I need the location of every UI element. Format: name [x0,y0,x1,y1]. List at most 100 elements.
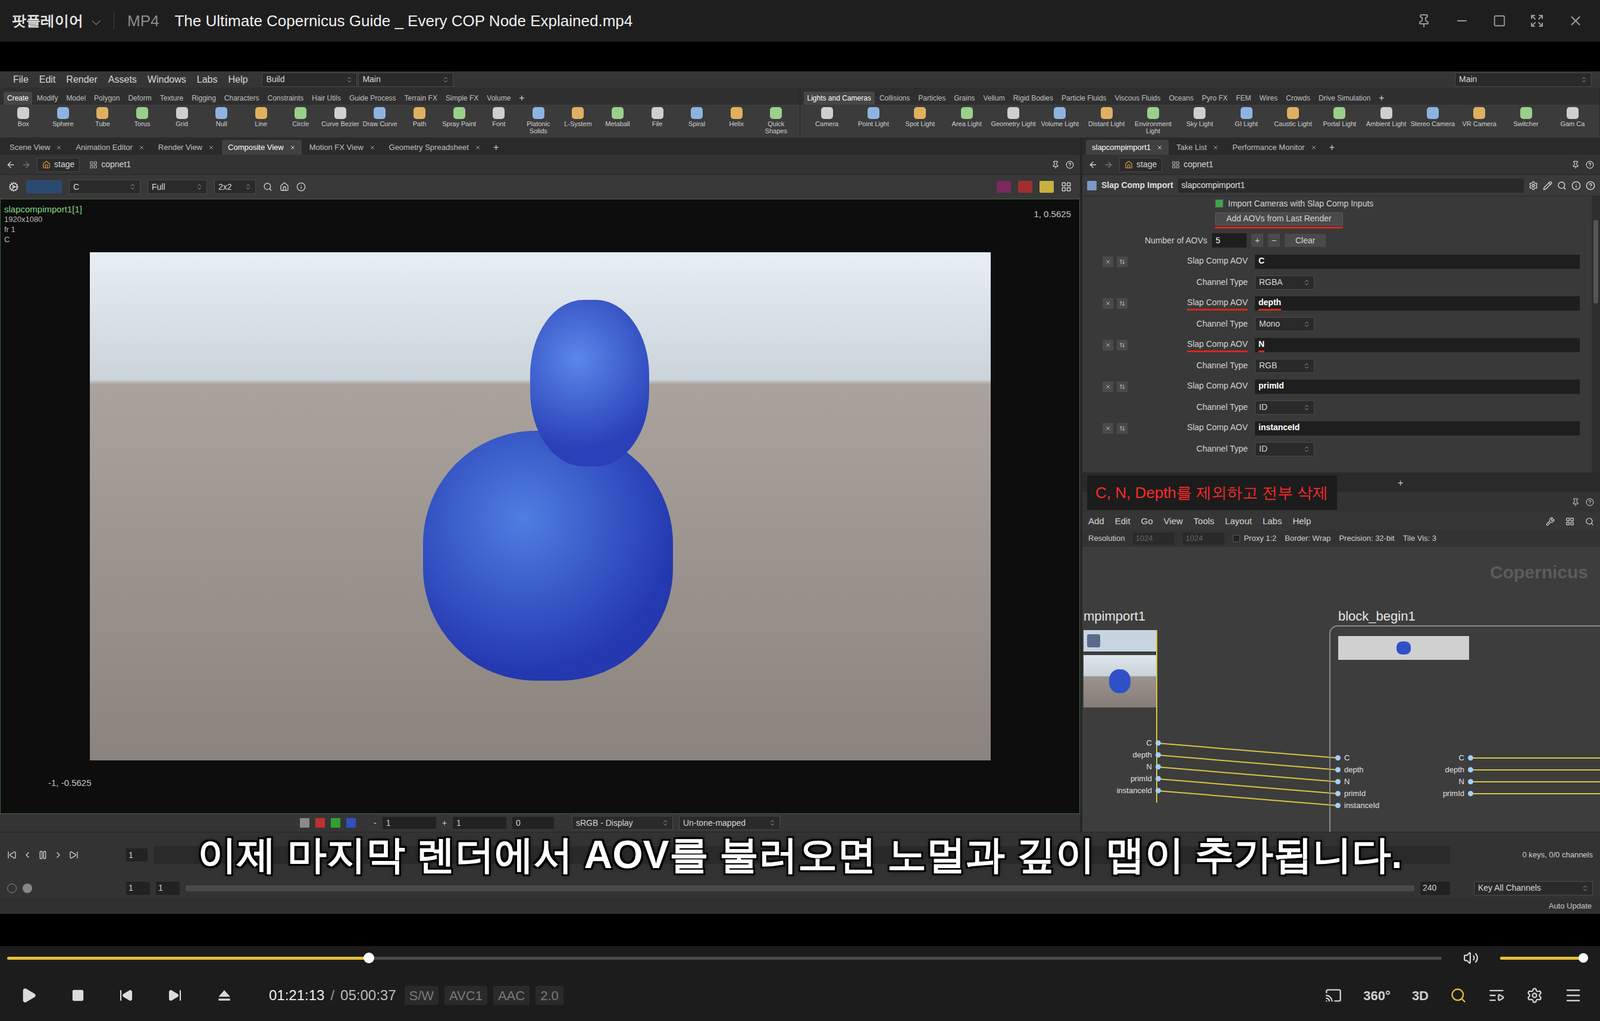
shelf-tool[interactable]: Grid [161,107,202,128]
shelf-tool[interactable]: Tube [82,107,123,128]
move-aov-button[interactable] [1116,381,1128,393]
shelf-tab[interactable]: Viscous Fluids [1110,91,1164,105]
stream-badge[interactable]: S/W [404,985,440,1005]
shelf-tab[interactable]: Simple FX [442,91,482,105]
network-menu-item[interactable]: Labs [1262,514,1283,529]
shelf-tab[interactable]: Collisions [875,91,914,105]
right-desktop-select[interactable]: Main [1454,72,1592,87]
add-pane-tab-button[interactable]: + [1397,476,1404,491]
play-icon[interactable] [20,987,37,1004]
input-port[interactable]: instanceId [1335,799,1380,812]
shelf-tab[interactable]: Particle Fluids [1057,91,1110,105]
fullscreen-icon[interactable] [1529,13,1545,28]
channel-type-select[interactable]: RGBA [1254,275,1315,290]
close-tab-icon[interactable] [474,144,481,151]
shelf-tool[interactable]: GI Light [1222,107,1270,128]
channel-type-select[interactable]: RGB [1254,358,1315,374]
shelf-tab[interactable]: Model [62,91,90,105]
stop-icon[interactable] [71,988,85,1003]
pane-tab[interactable]: Render View [152,139,221,155]
shelf-tool[interactable]: Font [478,107,519,128]
shelf-tool[interactable]: Torus [122,107,163,128]
settings-icon[interactable] [1526,987,1543,1004]
shelf-tool[interactable]: Stereo Camera [1409,107,1457,128]
output-port[interactable]: C [1082,737,1161,750]
menu-item[interactable]: Help [223,72,253,87]
shelf-tool[interactable]: Volume Light [1036,107,1083,128]
shelf-tool[interactable]: Point Light [850,107,897,128]
forward-icon[interactable] [1103,160,1114,170]
shelf-tool[interactable]: L-System [558,107,598,128]
network-menu-item[interactable]: Go [1141,514,1154,529]
layout-icon[interactable] [1060,181,1072,193]
input-port[interactable]: depth [1335,764,1364,776]
shelf-tool[interactable]: Line [240,107,281,128]
import-cameras-checkbox[interactable] [1215,199,1224,208]
seek-bar[interactable] [7,956,1442,960]
pane-tab[interactable]: Animation Editor [69,139,150,155]
view-mode-buttons[interactable] [26,180,62,194]
shelf-tool[interactable]: Sky Light [1176,107,1223,128]
next-icon[interactable] [167,988,183,1003]
edit-icon[interactable] [1542,180,1553,191]
output-port[interactable]: N [1415,775,1474,788]
channel-type-select[interactable]: ID [1254,400,1315,415]
tools-icon[interactable] [1545,517,1555,526]
range-slider[interactable] [185,885,1415,892]
plane-select[interactable]: C [69,179,141,194]
mode-button[interactable]: 360° [1363,985,1391,1006]
remove-aov-button[interactable] [1102,381,1114,393]
pane-tab[interactable]: Scene View [3,139,68,155]
desktop-select[interactable]: Build [261,72,358,87]
add-shelf-tab-button[interactable]: + [1375,91,1388,105]
range-start-field[interactable]: 1 [126,881,150,895]
shelf-tab[interactable]: Vellum [979,91,1009,105]
close-tab-icon[interactable] [1212,144,1219,151]
shelf-tool[interactable]: Quick Shapes [756,107,797,135]
shelf-tool[interactable]: Spiral [677,107,717,128]
shelf-tab[interactable]: Wires [1256,91,1282,105]
shelf-tool[interactable]: Metaball [597,107,638,128]
shelf-tab[interactable]: Pyro FX [1198,91,1232,105]
minimize-icon[interactable] [1454,13,1470,28]
shelf-tab[interactable]: Polygon [90,91,124,105]
add-pane-tab-button[interactable]: + [1324,139,1340,155]
network-menu-item[interactable]: Add [1088,514,1105,529]
add-aovs-button[interactable]: Add AOVs from Last Render [1215,212,1343,226]
menu-item[interactable]: Labs [192,72,223,87]
shelf-tool[interactable]: Draw Curve [359,107,400,128]
audio-toggle[interactable] [7,883,17,894]
shelf-tool[interactable]: Box [3,107,44,128]
shelf-tab[interactable]: Volume [483,91,515,105]
gamma-field[interactable]: 1 [452,816,507,829]
remove-aov-button[interactable] [1102,298,1114,309]
help-icon[interactable] [1065,160,1075,169]
network-menu-item[interactable]: Edit [1115,514,1131,529]
back-icon[interactable] [1088,160,1098,170]
shelf-tool[interactable]: Curve Bezier [320,107,361,128]
help-icon[interactable] [1585,160,1595,169]
stream-badge[interactable]: AAC [493,985,530,1005]
output-port[interactable]: depth [1415,764,1474,776]
shelf-tool[interactable]: File [637,107,678,128]
shelf-tab[interactable]: Rigging [188,91,220,105]
volume-icon[interactable] [1463,950,1479,966]
playlist-icon[interactable] [1488,987,1505,1004]
search-icon[interactable] [1557,180,1567,191]
exposure-plus[interactable]: + [442,816,447,830]
aov-name-field[interactable]: instanceId [1254,421,1580,436]
channel-blue-swatch[interactable] [346,818,356,828]
shelf-tool[interactable]: Circle [280,107,321,128]
remove-aov-button[interactable] [1102,339,1114,351]
add-shelf-tab-button[interactable]: + [515,91,528,105]
close-tab-icon[interactable] [138,144,145,151]
shelf-tab[interactable]: Terrain FX [401,91,441,105]
display-select[interactable]: sRGB - Display [571,815,673,831]
channel-type-select[interactable]: Mono [1254,317,1315,332]
eject-icon[interactable] [216,987,233,1004]
stream-badge[interactable]: AVC1 [444,985,488,1005]
play-icon[interactable] [53,850,64,860]
shelf-tab[interactable]: Hair Utils [308,91,345,105]
back-icon[interactable] [5,160,16,170]
path-root[interactable]: stage [36,157,80,172]
